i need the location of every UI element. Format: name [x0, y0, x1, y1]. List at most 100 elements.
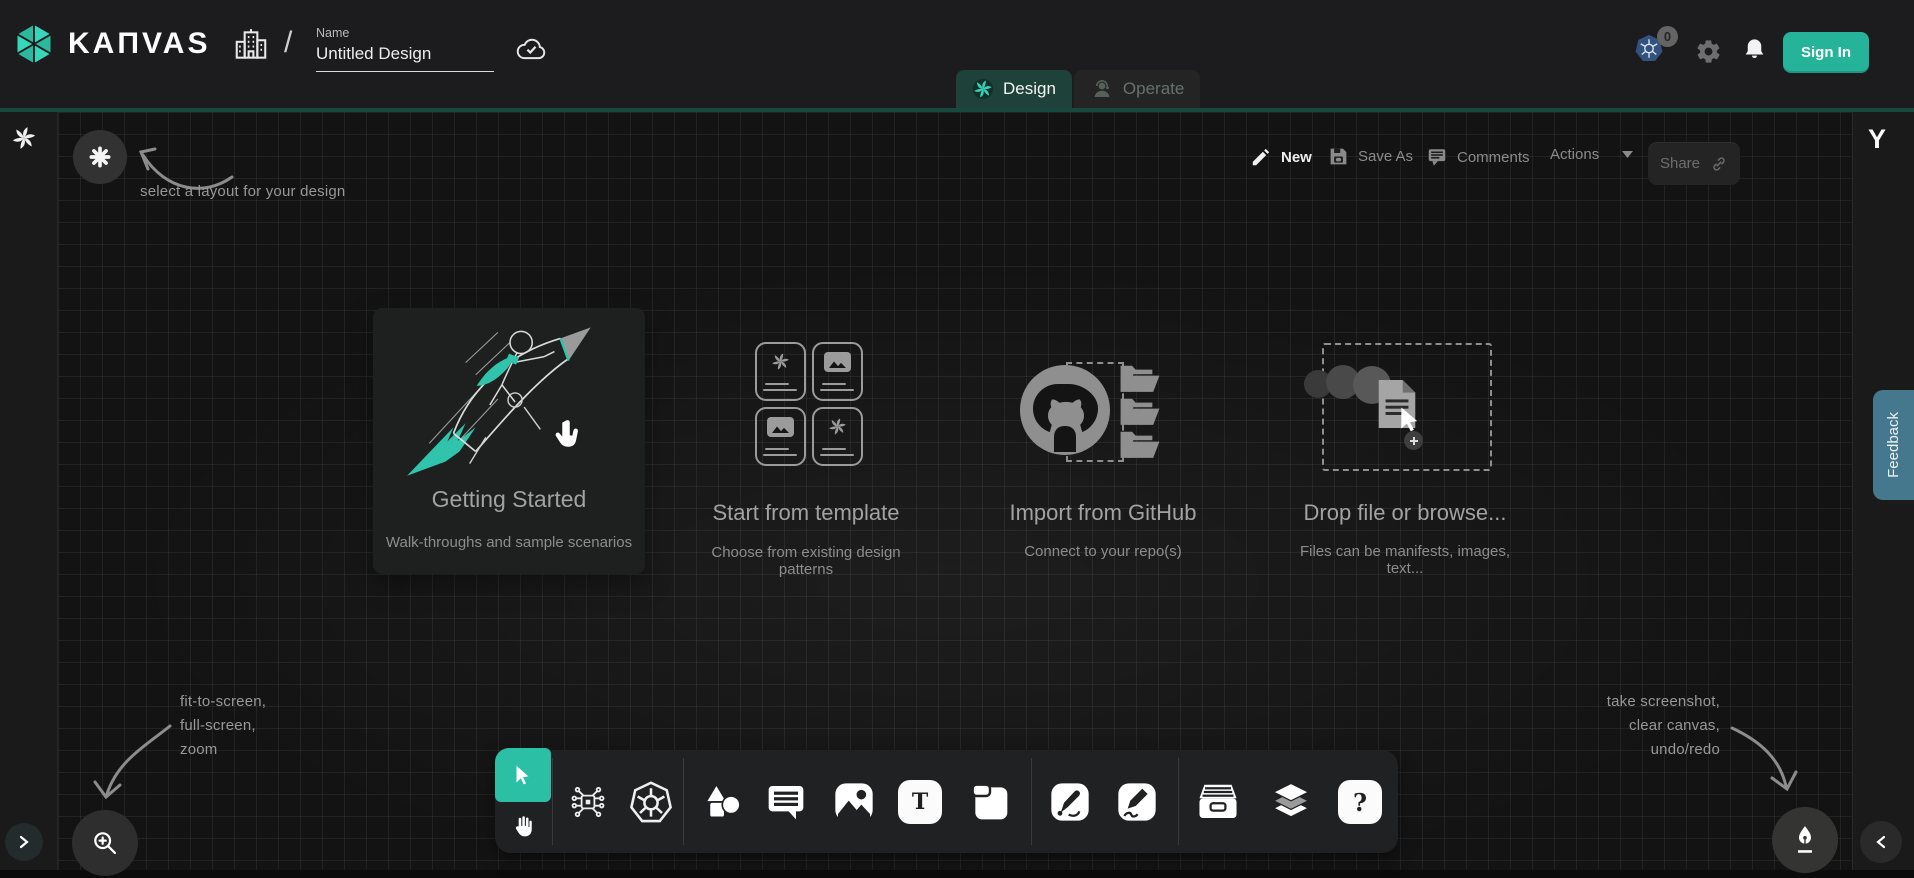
image-tool[interactable] — [831, 779, 877, 825]
start-from-template-card[interactable]: Start from template Choose from existing… — [706, 330, 906, 576]
collapse-right-panel-button[interactable] — [1860, 821, 1902, 863]
kanvas-hexagon-icon — [12, 22, 56, 66]
pan-hand-tool[interactable] — [495, 802, 551, 852]
text-tool-glyph: T — [912, 789, 928, 815]
layers-tool[interactable] — [1268, 779, 1314, 825]
actions-label: Actions — [1550, 146, 1599, 163]
text-tool-card: T — [898, 780, 942, 824]
drop-cursor-arrow-icon — [1398, 406, 1422, 432]
feedback-tab[interactable]: Feedback — [1873, 390, 1914, 500]
share-link-icon — [1710, 155, 1728, 173]
comments-label: Comments — [1457, 149, 1530, 166]
help-tool-glyph: ? — [1353, 788, 1367, 817]
kubernetes-tool[interactable] — [628, 779, 674, 825]
design-name-input[interactable]: Untitled Design — [316, 44, 494, 72]
toolbar-separator-1 — [552, 758, 553, 845]
view-controls-hint: fit-to-screen, full-screen, zoom — [180, 690, 266, 762]
breadcrumb-divider: / — [284, 26, 292, 60]
layers-icon — [1270, 782, 1312, 822]
image-thumb-icon — [824, 352, 851, 372]
left-rail — [0, 112, 58, 870]
save-as-label: Save As — [1358, 148, 1413, 165]
help-tool[interactable]: ? — [1337, 779, 1383, 825]
getting-started-subtitle: Walk-throughs and sample scenarios — [373, 534, 645, 551]
drop-file-subtitle: Files can be manifests, images, text... — [1290, 543, 1520, 577]
hand-cursor-icon — [551, 416, 587, 456]
tab-design-label: Design — [1003, 79, 1056, 99]
text-tool[interactable]: T — [897, 779, 943, 825]
share-label: Share — [1660, 155, 1700, 172]
pen-tool[interactable] — [1047, 779, 1093, 825]
comments-bubble-icon — [1426, 146, 1448, 168]
organization-building-icon[interactable] — [232, 26, 270, 64]
design-name-label: Name — [316, 26, 349, 40]
template-thumb-image — [812, 342, 863, 401]
github-title: Import from GitHub — [990, 500, 1216, 526]
pen-nib-icon — [1790, 825, 1820, 855]
canvas-actions-button[interactable] — [1772, 807, 1838, 873]
canvas-actions-hint: take screenshot, clear canvas, undo/redo — [1520, 690, 1720, 762]
help-tool-card: ? — [1338, 780, 1382, 824]
pencil-tool[interactable] — [1114, 779, 1160, 825]
plus-icon — [1409, 436, 1419, 446]
comments-button[interactable]: Comments — [1426, 146, 1530, 168]
add-file-plus-badge — [1404, 431, 1423, 450]
notifications-bell-icon[interactable] — [1741, 36, 1768, 63]
github-octocat-icon — [1019, 364, 1111, 456]
rocket-rider-illustration — [401, 314, 615, 486]
spiral-thumb-icon — [770, 351, 791, 372]
getting-started-card[interactable]: Getting Started Walk-throughs and sample… — [373, 308, 645, 574]
tab-operate[interactable]: Operate — [1074, 70, 1200, 108]
drawer-tool[interactable] — [1195, 779, 1241, 825]
import-github-card[interactable]: Import from GitHub Connect to your repo(… — [990, 340, 1216, 580]
magnifier-plus-icon — [91, 829, 119, 857]
zoom-controls-button[interactable] — [72, 810, 138, 876]
select-tool[interactable] — [495, 748, 551, 802]
sign-in-button[interactable]: Sign In — [1783, 32, 1869, 73]
folder-icon-1 — [1118, 364, 1162, 394]
select-cursor-icon — [510, 762, 536, 788]
image-icon — [834, 782, 874, 822]
tab-design[interactable]: Design — [956, 70, 1072, 108]
pointer-tool-group — [495, 748, 551, 853]
save-as-button[interactable]: Save As — [1328, 146, 1413, 167]
feedback-label: Feedback — [1885, 412, 1902, 478]
cloud-saved-icon — [515, 34, 549, 64]
drop-file-title: Drop file or browse... — [1290, 500, 1520, 526]
save-floppy-icon — [1328, 146, 1349, 167]
app-header: KAΠVAS / Name Untitled Design — [0, 0, 1914, 108]
new-design-button[interactable]: New — [1250, 146, 1312, 168]
kubernetes-helm-icon — [629, 780, 673, 824]
window-bottom-edge — [0, 870, 1914, 878]
meshery-spiral-icon[interactable] — [10, 124, 38, 152]
settings-gear-icon[interactable] — [1695, 38, 1722, 65]
hand-icon — [509, 813, 537, 841]
logo-wordmark: KAΠVAS — [68, 27, 210, 61]
shapes-tool[interactable] — [699, 779, 745, 825]
caret-down-icon — [1621, 150, 1634, 159]
layer5-y-logo: Y — [1868, 124, 1886, 155]
share-button[interactable]: Share — [1648, 142, 1740, 185]
actions-hint-arrow — [1724, 716, 1808, 800]
drop-file-card[interactable]: Drop file or browse... Files can be mani… — [1290, 330, 1520, 576]
new-label: New — [1281, 149, 1312, 166]
expand-left-panel-button[interactable] — [5, 823, 43, 861]
app-logo[interactable]: KAΠVAS — [12, 22, 210, 66]
comment-tool[interactable] — [763, 779, 809, 825]
toolbar-separator-4 — [1178, 758, 1179, 845]
layout-selector-button[interactable] — [73, 130, 127, 184]
toolbar-separator-3 — [1031, 758, 1032, 845]
component-tool[interactable] — [565, 779, 611, 825]
note-tool[interactable] — [967, 779, 1013, 825]
actions-dropdown[interactable]: Actions — [1550, 146, 1634, 163]
template-thumb-spiral — [755, 342, 806, 401]
kanvas-app: KAΠVAS / Name Untitled Design — [0, 0, 1914, 878]
operate-headset-icon — [1090, 77, 1114, 101]
asterisk-layout-icon — [87, 144, 113, 170]
mode-tabs: Design Operate — [956, 70, 1200, 108]
github-subtitle: Connect to your repo(s) — [990, 543, 1216, 560]
tab-operate-label: Operate — [1123, 79, 1184, 99]
view-hint-arrow — [88, 714, 180, 808]
chevron-left-icon — [1873, 834, 1889, 850]
archive-drawer-icon — [1197, 782, 1239, 822]
